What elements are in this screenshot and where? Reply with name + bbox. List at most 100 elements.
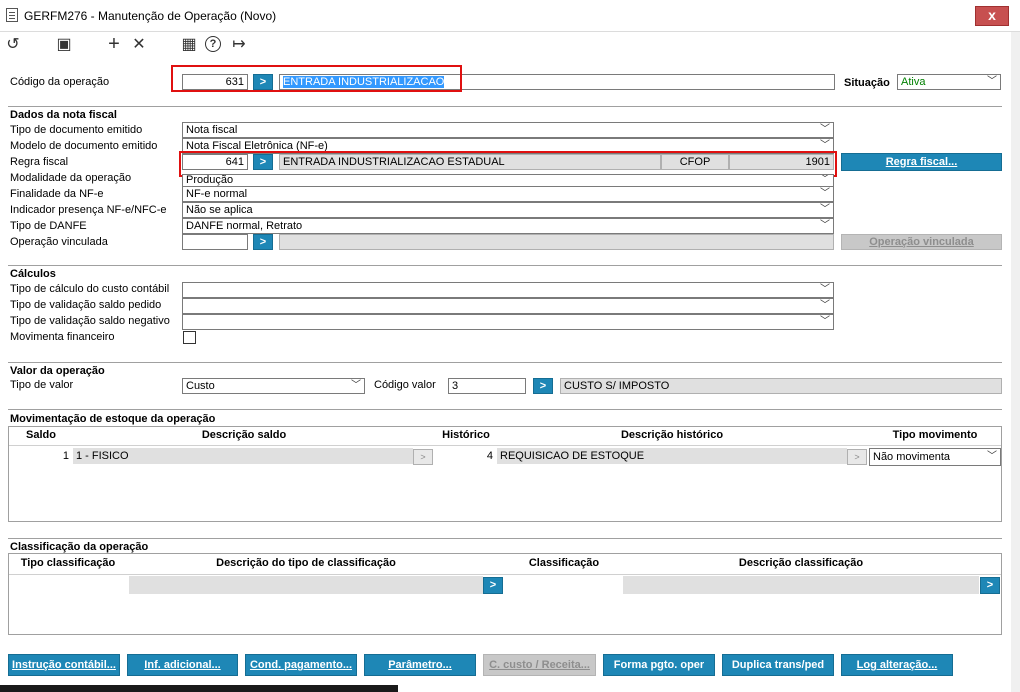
window-title: GERFM276 - Manutenção de Operação (Novo): [24, 9, 277, 23]
codigo-operacao-label: Código da operação: [10, 76, 110, 88]
log-alteracao-button[interactable]: Log alteração...: [841, 654, 953, 676]
codigo-valor-description: CUSTO S/ IMPOSTO: [560, 378, 1002, 394]
section-calculos: Cálculos: [10, 268, 56, 280]
tipo-movimento-value: Não movimenta: [873, 451, 951, 463]
historico-lookup-button[interactable]: >: [847, 449, 867, 465]
validacao-pedido-label: Tipo de validação saldo pedido: [10, 299, 162, 311]
col-saldo: Saldo: [26, 429, 56, 441]
cell-descricao-tipo-classificacao: [129, 576, 483, 594]
finalidade-label: Finalidade da NF-e: [10, 188, 104, 200]
cond-pagamento-label: Cond. pagamento...: [249, 659, 353, 671]
grid-header-divider: [9, 574, 1001, 575]
tipo-documento-label: Tipo de documento emitido: [10, 124, 143, 136]
tipo-valor-select[interactable]: Custo ﹀: [182, 378, 365, 394]
window-scrollbar[interactable]: [1011, 32, 1020, 692]
indicador-presenca-label: Indicador presença NF-e/NFC-e: [10, 204, 167, 216]
validacao-negativo-label: Tipo de validação saldo negativo: [10, 315, 170, 327]
chevron-down-icon: ﹀: [820, 204, 830, 215]
calendar-icon[interactable]: ▦: [180, 35, 198, 53]
col-historico: Histórico: [442, 429, 490, 441]
situacao-select[interactable]: Ativa ﹀: [897, 74, 1001, 90]
divider: [8, 409, 1002, 410]
situacao-label: Situação: [844, 77, 890, 89]
operacao-vinculada-input[interactable]: [182, 234, 248, 250]
indicador-presenca-value: Não se aplica: [186, 204, 253, 216]
situacao-value: Ativa: [901, 76, 926, 88]
movimenta-financeiro-checkbox[interactable]: [183, 331, 196, 344]
forma-pgto-oper-label: Forma pgto. oper: [613, 659, 705, 671]
calculo-custo-label: Tipo de cálculo do custo contábil: [10, 283, 170, 295]
taskbar-strip: [0, 685, 398, 692]
divider: [8, 538, 1002, 539]
inf-adicional-label: Inf. adicional...: [144, 659, 221, 671]
modalidade-value: Produção: [186, 174, 234, 186]
col-descricao-classificacao: Descrição classificação: [738, 557, 864, 569]
cond-pagamento-button[interactable]: Cond. pagamento...: [245, 654, 357, 676]
section-classificacao-operacao: Classificação da operação: [10, 541, 149, 553]
chevron-down-icon: ﹀: [820, 284, 830, 295]
codigo-valor-label: Código valor: [374, 379, 436, 391]
section-dados-nota-fiscal: Dados da nota fiscal: [10, 109, 117, 121]
section-movimentacao-estoque: Movimentação de estoque da operação: [10, 413, 216, 425]
document-icon: [6, 8, 18, 22]
save-icon[interactable]: ▣: [55, 35, 73, 53]
saldo-lookup-button[interactable]: >: [413, 449, 433, 465]
codigo-valor-go-button[interactable]: >: [533, 378, 553, 394]
chevron-down-icon: ﹀: [820, 316, 830, 327]
duplica-trans-ped-button[interactable]: Duplica trans/ped: [722, 654, 834, 676]
codigo-valor-input[interactable]: 3: [448, 378, 526, 394]
divider: [8, 265, 1002, 266]
calculo-custo-select[interactable]: ﹀: [182, 282, 834, 298]
tipo-movimento-select[interactable]: Não movimenta ﹀: [869, 448, 1001, 466]
inf-adicional-button[interactable]: Inf. adicional...: [127, 654, 238, 676]
close-button[interactable]: x: [975, 6, 1009, 26]
validacao-pedido-select[interactable]: ﹀: [182, 298, 834, 314]
cell-descricao-classificacao: [623, 576, 979, 594]
tipo-danfe-value: DANFE normal, Retrato: [186, 220, 303, 232]
add-icon[interactable]: +: [105, 33, 123, 55]
indicador-presenca-select[interactable]: Não se aplica ﹀: [182, 202, 834, 218]
finalidade-select[interactable]: NF-e normal ﹀: [182, 186, 834, 202]
operacao-vinculada-label: Operação vinculada: [10, 236, 108, 248]
chevron-down-icon: ﹀: [820, 300, 830, 311]
chevron-down-icon: ﹀: [820, 174, 830, 185]
cell-descricao-saldo: 1 - FISICO: [73, 448, 413, 464]
parametro-button[interactable]: Parâmetro...: [364, 654, 476, 676]
instrucao-contabil-button[interactable]: Instrução contábil...: [8, 654, 120, 676]
c-custo-receita-button[interactable]: C. custo / Receita...: [483, 654, 596, 676]
cell-descricao-historico: REQUISICAO DE ESTOQUE: [497, 448, 847, 464]
classificacao-grid: Tipo classificação Descrição do tipo de …: [8, 553, 1002, 635]
divider: [8, 106, 1002, 107]
col-tipo-movimento: Tipo movimento: [892, 429, 978, 441]
chevron-down-icon: ﹀: [820, 220, 830, 231]
chevron-down-icon: ﹀: [351, 380, 361, 391]
operacao-vinculada-button[interactable]: Operação vinculada: [841, 234, 1002, 250]
duplica-trans-ped-label: Duplica trans/ped: [731, 659, 825, 671]
validacao-negativo-select[interactable]: ﹀: [182, 314, 834, 330]
movimenta-financeiro-label: Movimenta financeiro: [10, 331, 115, 343]
regra-fiscal-button[interactable]: Regra fiscal...: [841, 153, 1002, 171]
classificacao-lookup-button[interactable]: >: [980, 577, 1000, 594]
tipo-documento-select[interactable]: Nota fiscal ﹀: [182, 122, 834, 138]
delete-icon[interactable]: ✕: [130, 35, 148, 53]
col-tipo-classificacao: Tipo classificação: [20, 557, 116, 569]
forma-pgto-oper-button[interactable]: Forma pgto. oper: [603, 654, 715, 676]
col-descricao-saldo: Descrição saldo: [201, 429, 287, 441]
tipo-danfe-select[interactable]: DANFE normal, Retrato ﹀: [182, 218, 834, 234]
undo-icon[interactable]: ↺: [4, 35, 22, 53]
modelo-documento-label: Modelo de documento emitido: [10, 140, 158, 152]
tipo-classificacao-lookup-button[interactable]: >: [483, 577, 503, 594]
col-descricao-historico: Descrição histórico: [620, 429, 724, 441]
help-icon[interactable]: ?: [205, 36, 221, 52]
tipo-documento-value: Nota fiscal: [186, 124, 238, 136]
finalidade-value: NF-e normal: [186, 188, 248, 200]
operacao-vinculada-go-button[interactable]: >: [253, 234, 273, 250]
estoque-grid: Saldo Descrição saldo Histórico Descriçã…: [8, 426, 1002, 522]
tipo-valor-value: Custo: [186, 380, 215, 392]
chevron-down-icon: ﹀: [820, 124, 830, 135]
title-bar: GERFM276 - Manutenção de Operação (Novo)…: [0, 0, 1020, 32]
grid-header-divider: [9, 445, 1001, 446]
tipo-danfe-label: Tipo de DANFE: [10, 220, 87, 232]
highlight-box-operacao: [171, 65, 462, 92]
exit-icon[interactable]: ↦: [230, 35, 248, 53]
